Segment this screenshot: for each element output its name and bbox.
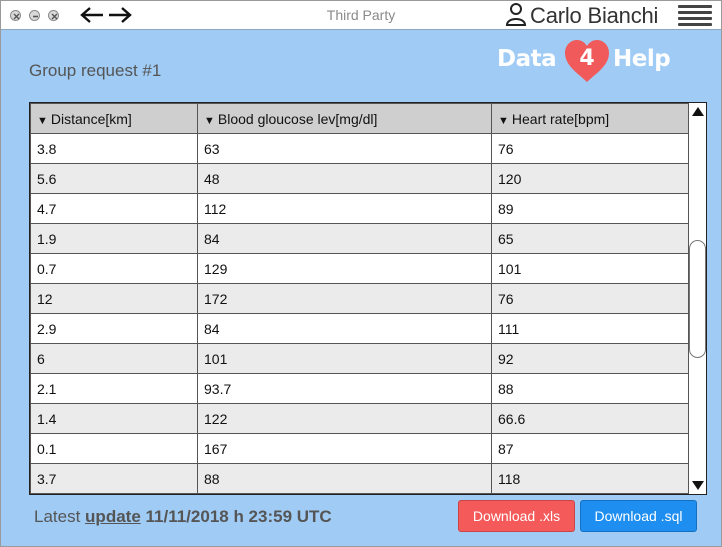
logo: Data 4 Help [495, 38, 685, 84]
cell-heart-rate: 76 [491, 133, 689, 164]
cell-heart-rate: 76 [491, 283, 689, 314]
column-header-heart-rate[interactable]: ▼ Heart rate[bpm] [491, 103, 689, 134]
cell-heart-rate: 87 [491, 433, 689, 464]
cell-glucose: 172 [197, 283, 492, 314]
update-link[interactable]: update [85, 507, 141, 526]
table-row: 4.7 112 89 [30, 193, 689, 224]
table-row: 3.8 63 76 [30, 133, 689, 164]
table-row: 2.9 84 111 [30, 313, 689, 344]
column-header-distance[interactable]: ▼ Distance[km] [30, 103, 198, 134]
cell-glucose: 129 [197, 253, 492, 284]
table-row: 2.1 93.7 88 [30, 373, 689, 404]
table-row: 5.6 48 120 [30, 163, 689, 194]
cell-heart-rate: 65 [491, 223, 689, 254]
sort-down-icon: ▼ [204, 114, 215, 127]
cell-glucose: 88 [197, 463, 492, 494]
cell-glucose: 167 [197, 433, 492, 464]
cell-glucose: 48 [197, 163, 492, 194]
cell-heart-rate: 66.6 [491, 403, 689, 434]
cell-distance: 3.8 [30, 133, 198, 164]
logo-text-right: Help [613, 46, 671, 72]
cell-heart-rate: 92 [491, 343, 689, 374]
user-icon [505, 2, 527, 31]
user-name: Carlo Bianchi [530, 3, 659, 28]
cell-distance: 1.9 [30, 223, 198, 254]
scroll-up-arrow-icon[interactable] [692, 107, 704, 116]
cell-heart-rate: 88 [491, 373, 689, 404]
download-sql-button[interactable]: Download .sql [580, 500, 697, 532]
cell-distance: 3.7 [30, 463, 198, 494]
table-header-row: ▼ Distance[km] ▼ Blood gloucose lev[mg/dl]… [30, 103, 689, 134]
table-row: 3.7 88 118 [30, 463, 689, 494]
heart-icon: 4 [563, 39, 611, 83]
page-title: Group request #1 [29, 61, 162, 80]
download-xls-button[interactable]: Download .xls [458, 500, 575, 532]
cell-distance: 4.7 [30, 193, 198, 224]
cell-glucose: 84 [197, 313, 492, 344]
cell-glucose: 101 [197, 343, 492, 374]
cell-glucose: 112 [197, 193, 492, 224]
cell-distance: 12 [30, 283, 198, 314]
table-row: 1.9 84 65 [30, 223, 689, 254]
cell-heart-rate: 120 [491, 163, 689, 194]
logo-number: 4 [579, 46, 595, 71]
column-header-glucose[interactable]: ▼ Blood gloucose lev[mg/dl] [197, 103, 492, 134]
cell-glucose: 93.7 [197, 373, 492, 404]
cell-glucose: 63 [197, 133, 492, 164]
table-row: 0.7 129 101 [30, 253, 689, 284]
last-update-info: Latest update 11/11/2018 h 23:59 UTC [34, 507, 332, 527]
table-row: 1.4 122 66.6 [30, 403, 689, 434]
cell-heart-rate: 118 [491, 463, 689, 494]
data-table-container: ▼ Distance[km] ▼ Blood gloucose lev[mg/dl]… [29, 102, 707, 495]
cell-glucose: 84 [197, 223, 492, 254]
table-row: 12 172 76 [30, 283, 689, 314]
cell-distance: 0.1 [30, 433, 198, 464]
scroll-thumb[interactable] [689, 240, 706, 358]
app-window: Third Party Carlo Bianchi Group request … [0, 0, 722, 547]
cell-distance: 0.7 [30, 253, 198, 284]
table-row: 0.1 167 87 [30, 433, 689, 464]
logo-text-left: Data [497, 46, 557, 72]
title-bar: Third Party Carlo Bianchi [1, 1, 721, 30]
data-table: ▼ Distance[km] ▼ Blood gloucose lev[mg/dl]… [30, 103, 689, 494]
last-update-timestamp: 11/11/2018 h 23:59 UTC [145, 507, 332, 526]
user-account[interactable]: Carlo Bianchi [505, 2, 659, 31]
cell-distance: 6 [30, 343, 198, 374]
sort-down-icon: ▼ [37, 114, 48, 127]
cell-distance: 5.6 [30, 163, 198, 194]
cell-distance: 1.4 [30, 403, 198, 434]
cell-glucose: 122 [197, 403, 492, 434]
cell-distance: 2.1 [30, 373, 198, 404]
sort-down-icon: ▼ [498, 114, 509, 127]
cell-heart-rate: 89 [491, 193, 689, 224]
last-update-prefix: Latest [34, 507, 81, 526]
table-scrollbar[interactable] [688, 103, 706, 494]
table-row: 6 101 92 [30, 343, 689, 374]
cell-heart-rate: 101 [491, 253, 689, 284]
scroll-down-arrow-icon[interactable] [692, 481, 704, 490]
cell-heart-rate: 111 [491, 313, 689, 344]
cell-distance: 2.9 [30, 313, 198, 344]
menu-icon[interactable] [678, 5, 712, 26]
